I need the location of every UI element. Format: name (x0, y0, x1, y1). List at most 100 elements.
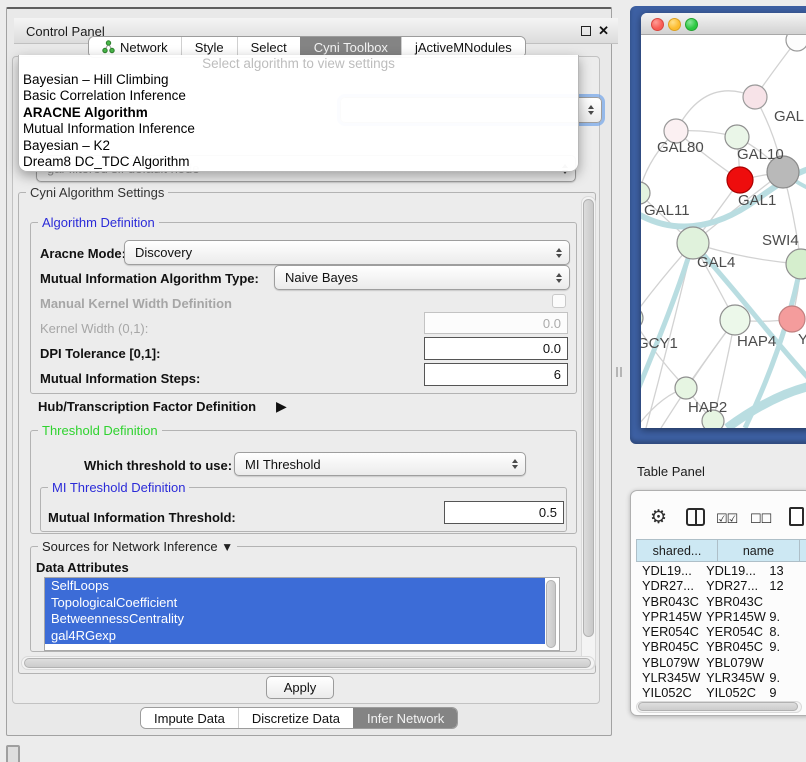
table-row[interactable]: YDR27...YDR27...12 (636, 578, 806, 593)
table-row[interactable]: YPR145WYPR145W9. (636, 609, 806, 624)
aracne-mode-value: Discovery (135, 245, 192, 260)
dropdown-item[interactable]: Dream8 DC_TDC Algorithm (19, 154, 578, 170)
sources-collapse-arrow-icon: ▼ (221, 540, 233, 554)
tab-network-label: Network (120, 40, 168, 55)
panel-divider-handle[interactable] (616, 367, 622, 377)
node-hap2[interactable] (675, 377, 697, 399)
algorithm-dropdown-list: Select algorithm to view settings Bayesi… (18, 55, 579, 172)
network-icon (102, 40, 115, 54)
node-label: GAL4 (697, 254, 735, 271)
node-salmon[interactable] (779, 306, 805, 332)
node-swi4[interactable] (786, 249, 806, 279)
node-gal11[interactable] (641, 182, 650, 204)
table-row[interactable]: YLR345WYLR345W9. (636, 670, 806, 685)
table-panel-title: Table Panel (637, 464, 705, 479)
node-gal-clipped[interactable] (743, 85, 767, 109)
hub-expand-arrow-icon[interactable]: ▶ (276, 398, 287, 415)
node-hap4[interactable] (720, 305, 750, 335)
column-header-clipped[interactable] (800, 539, 806, 562)
node-label: GAL80 (657, 139, 704, 156)
screen: Control Panel ✕ Network Style Select Cyn… (0, 0, 806, 762)
node-label: GAL1 (738, 192, 776, 209)
node-label: GCY1 (641, 335, 678, 352)
tab-cyni-toolbox[interactable]: Cyni Toolbox (300, 37, 401, 57)
table-row[interactable]: YBL079WYBL079W (636, 655, 806, 670)
hub-section-label[interactable]: Hub/Transcription Factor Definition (38, 399, 256, 414)
close-traffic-light-icon[interactable] (651, 18, 664, 31)
mi-type-combobox[interactable]: Naive Bayes (274, 265, 570, 290)
node-label: SWI4 (762, 232, 799, 249)
aracne-mode-combobox[interactable]: Discovery (124, 240, 570, 265)
attribute-item[interactable]: SelfLoops (45, 578, 545, 595)
manual-kernel-checkbox[interactable] (552, 294, 566, 308)
dropdown-item[interactable]: Mutual Information Inference (19, 121, 578, 137)
table-row[interactable]: YIL052CYIL052C9 (636, 685, 806, 700)
table-hscrollbar-thumb[interactable] (638, 702, 798, 711)
node-label: GAL10 (737, 146, 784, 163)
mi-steps-input[interactable]: 6 (424, 363, 568, 386)
dropdown-item[interactable]: Bayesian – Hill Climbing (19, 72, 578, 88)
data-attributes-list[interactable]: SelfLoops TopologicalCoefficient Between… (44, 577, 560, 651)
tab-infer-network[interactable]: Infer Network (353, 708, 457, 728)
tab-discretize-data[interactable]: Discretize Data (238, 708, 353, 728)
table-row[interactable]: YDL19...YDL19...13 (636, 563, 806, 578)
dpi-tolerance-label: DPI Tolerance [0,1]: (40, 346, 160, 361)
deselect-all-checkboxes-icon[interactable]: ☐☐ (750, 511, 771, 527)
network-canvas[interactable]: GAL GAL80 GAL10 GAL1 GAL11 SWI4 GAL4 GCY… (641, 35, 806, 428)
kernel-width-input[interactable]: 0.0 (424, 312, 568, 334)
mi-steps-label: Mutual Information Steps: (40, 371, 200, 386)
tab-style[interactable]: Style (181, 37, 237, 57)
close-icon[interactable]: ✕ (598, 23, 609, 39)
table-row[interactable]: YBR043CYBR043C (636, 594, 806, 609)
docked-panel-icon[interactable] (6, 745, 20, 762)
node-label: GAL11 (644, 202, 690, 219)
attribute-item[interactable]: TopologicalCoefficient (45, 595, 545, 612)
dropdown-item-selected[interactable]: ARACNE Algorithm (19, 105, 578, 121)
combo-arrows-icon (556, 248, 562, 258)
combo-arrows-icon (512, 459, 518, 469)
tab-network[interactable]: Network (89, 37, 181, 57)
gear-icon[interactable]: ⚙ (650, 506, 667, 529)
dropdown-item[interactable]: Basic Correlation Inference (19, 88, 578, 104)
node-gal1-red[interactable] (727, 167, 753, 193)
apply-button[interactable]: Apply (266, 676, 334, 699)
tab-impute-data[interactable]: Impute Data (141, 708, 238, 728)
attribute-item[interactable]: BetweennessCentrality (45, 611, 545, 628)
node-label: HAP2 (688, 399, 727, 416)
network-window-titlebar[interactable] (641, 13, 806, 35)
which-threshold-combobox[interactable]: MI Threshold (234, 452, 526, 476)
column-view-icon[interactable] (686, 508, 705, 526)
sources-group-title[interactable]: Sources for Network Inference ▼ (38, 539, 237, 555)
dropdown-item[interactable]: Bayesian – K2 (19, 138, 578, 154)
export-table-icon[interactable] (789, 507, 804, 526)
mi-threshold-input[interactable]: 0.5 (444, 501, 564, 524)
zoom-traffic-light-icon[interactable] (685, 18, 698, 31)
table-row[interactable]: YER054CYER054C8. (636, 624, 806, 639)
mi-type-label: Mutual Information Algorithm Type: (40, 271, 259, 286)
table-header-row: shared... name (636, 539, 806, 562)
column-header-shared-name[interactable]: shared... (636, 539, 718, 562)
table-row[interactable]: YBR045CYBR045C9. (636, 639, 806, 654)
minimize-traffic-light-icon[interactable] (668, 18, 681, 31)
float-panel-icon[interactable] (581, 26, 591, 36)
mi-threshold-definition-title: MI Threshold Definition (48, 480, 189, 495)
node-clipped-top[interactable] (786, 35, 806, 51)
node-gcy1[interactable] (641, 307, 643, 329)
mi-threshold-label: Mutual Information Threshold: (48, 510, 236, 525)
combo-arrows-icon (556, 273, 562, 283)
settings-hscrollbar-thumb[interactable] (24, 658, 591, 668)
settings-group-title: Cyni Algorithm Settings (26, 185, 168, 200)
node-label: GAL (774, 108, 804, 125)
table-body[interactable]: YDL19...YDL19...13 YDR27...YDR27...12 YB… (636, 563, 806, 700)
select-all-checkboxes-icon[interactable]: ☑☑ (716, 511, 737, 527)
manual-kernel-label: Manual Kernel Width Definition (40, 296, 232, 311)
attributes-scrollbar-thumb[interactable] (546, 580, 556, 648)
dpi-tolerance-input[interactable]: 0.0 (424, 337, 568, 360)
attribute-item[interactable]: gal4RGexp (45, 628, 545, 645)
column-header-name[interactable]: name (718, 539, 800, 562)
tab-jactivemnodules[interactable]: jActiveMNodules (401, 37, 525, 57)
tab-select[interactable]: Select (237, 37, 300, 57)
settings-scrollbar-thumb[interactable] (583, 199, 594, 637)
mi-type-value: Naive Bayes (285, 270, 358, 285)
cyni-bottom-tabbar: Impute Data Discretize Data Infer Networ… (140, 707, 458, 729)
